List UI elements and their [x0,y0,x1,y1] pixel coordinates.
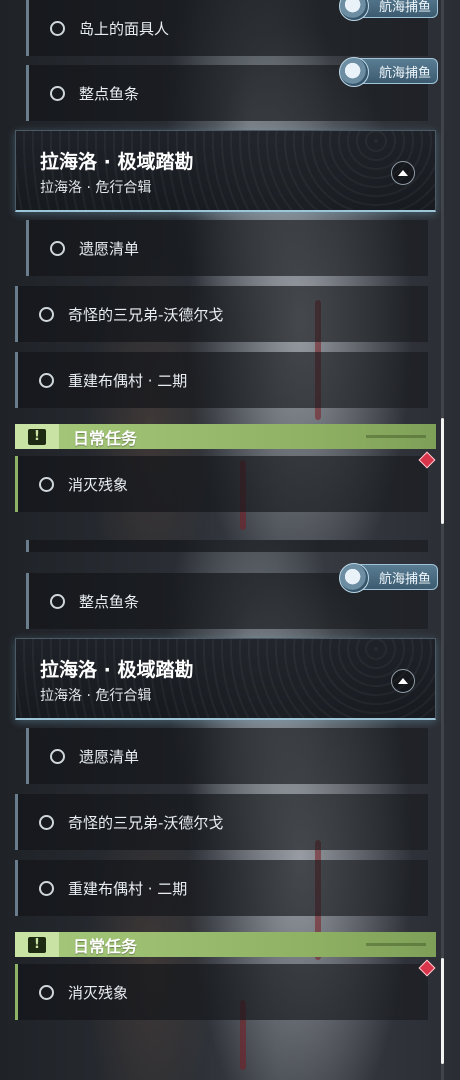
daily-tasks-label: 日常任务 [73,428,138,448]
quest-item-eliminate[interactable]: 消灭残象 [15,456,428,512]
circle-icon [39,372,54,388]
header-decoration [366,943,426,946]
quest-label: 遗愿清单 [79,747,140,766]
header-decoration [366,435,426,438]
region-title: 拉海洛 · 极域踏勘 [40,151,194,173]
region-subtitle: 拉海洛 · 危行合辑 [40,688,152,704]
quest-item-partial[interactable] [26,540,428,552]
exclamation-icon: ! [28,428,46,445]
quest-label: 消灭残象 [68,475,129,494]
quest-item-wish-list[interactable]: 遗愿清单 [26,728,428,784]
fishing-badge: 航海捕鱼 [339,0,438,21]
quest-label: 消灭残象 [68,983,129,1002]
fishing-badge: 航海捕鱼 [339,57,438,87]
quest-panel-bottom: 整点鱼条 航海捕鱼 拉海洛 · 极域踏勘 拉海洛 · 危行合辑 遗愿清单 奇怪的… [0,540,460,1080]
region-title: 拉海洛 · 极域踏勘 [40,659,194,681]
quest-label: 奇怪的三兄弟-沃德尔戈 [68,813,224,832]
circle-icon [39,476,54,492]
fishing-emblem-icon [339,57,369,87]
circle-icon [39,306,54,322]
collapse-button[interactable] [391,161,415,185]
scrollbar-thumb[interactable] [441,418,444,524]
circle-icon [50,240,65,256]
quest-label: 整点鱼条 [79,592,140,611]
quest-item-brothers[interactable]: 奇怪的三兄弟-沃德尔戈 [15,794,428,850]
quest-item-brothers[interactable]: 奇怪的三兄弟-沃德尔戈 [15,286,428,342]
quest-panel-top: 岛上的面具人 航海捕鱼 整点鱼条 航海捕鱼 拉海洛 · 极域踏勘 拉海洛 · 危… [0,0,460,540]
daily-tasks-header[interactable]: ! 日常任务 [15,424,436,449]
badge-label: 航海捕鱼 [378,571,431,587]
quest-label: 重建布偶村 · 二期 [68,371,188,390]
quest-label: 重建布偶村 · 二期 [68,879,188,898]
circle-icon [50,748,65,764]
quest-item-rebuild[interactable]: 重建布偶村 · 二期 [15,352,428,408]
circle-icon [39,984,54,1000]
badge-label: 航海捕鱼 [378,65,431,81]
circle-icon [50,593,65,609]
quest-item-rebuild[interactable]: 重建布偶村 · 二期 [15,860,428,916]
badge-label: 航海捕鱼 [378,0,431,15]
circle-icon [39,814,54,830]
circle-icon [39,880,54,896]
daily-tasks-header[interactable]: ! 日常任务 [15,932,436,957]
quest-label: 遗愿清单 [79,239,140,258]
fishing-badge: 航海捕鱼 [339,563,438,593]
region-subtitle: 拉海洛 · 危行合辑 [40,180,152,196]
chevron-up-icon [398,170,408,176]
quest-label: 岛上的面具人 [79,19,170,38]
circle-icon [50,85,65,101]
quest-item-wish-list[interactable]: 遗愿清单 [26,220,428,276]
daily-tasks-label: 日常任务 [73,936,138,956]
quest-label: 整点鱼条 [79,84,140,103]
quest-label: 奇怪的三兄弟-沃德尔戈 [68,305,224,324]
circle-icon [50,20,65,36]
scrollbar-thumb[interactable] [441,958,444,1064]
collapse-button[interactable] [391,669,415,693]
exclamation-icon: ! [28,936,46,953]
fishing-emblem-icon [339,563,369,593]
region-card[interactable]: 拉海洛 · 极域踏勘 拉海洛 · 危行合辑 [15,638,436,720]
chevron-up-icon [398,678,408,684]
region-card[interactable]: 拉海洛 · 极域踏勘 拉海洛 · 危行合辑 [15,130,436,212]
quest-item-eliminate[interactable]: 消灭残象 [15,964,428,1020]
